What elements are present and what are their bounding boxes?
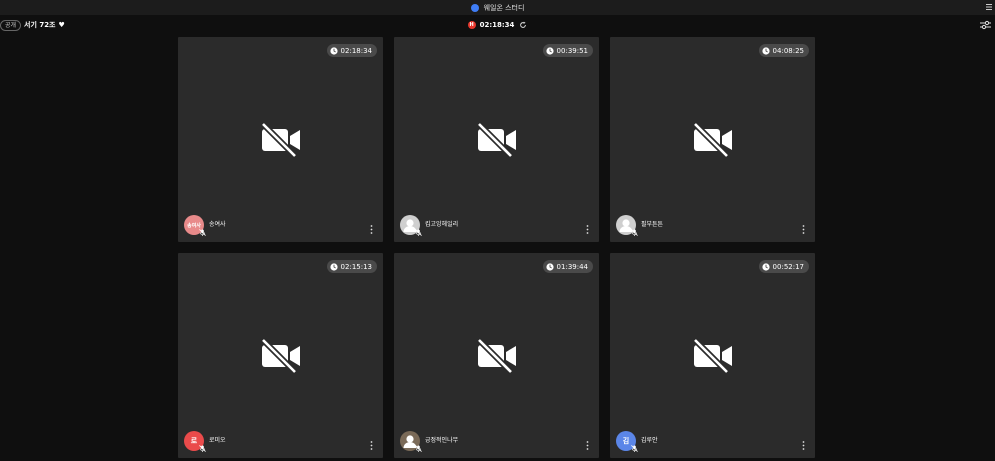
more-options-icon[interactable] bbox=[370, 225, 373, 234]
mic-muted-icon bbox=[199, 229, 206, 236]
mic-muted-icon bbox=[199, 445, 206, 452]
participant-name: 송여사 bbox=[209, 221, 226, 228]
clock-icon bbox=[545, 46, 554, 55]
study-timer-text: 00:39:51 bbox=[556, 46, 588, 55]
more-options-icon[interactable] bbox=[586, 225, 589, 234]
study-timer: 02:18:34 bbox=[326, 44, 377, 57]
participant-tile[interactable]: 02:18:34 송여사 송여사 bbox=[178, 37, 383, 242]
participant-tile[interactable]: 00:39:51 킵고잉헤일리 bbox=[394, 37, 599, 242]
participant-name: 킵고잉헤일리 bbox=[425, 221, 459, 228]
menu-icon[interactable] bbox=[986, 3, 992, 11]
camera-off-icon bbox=[260, 338, 300, 374]
title-bar: 웨일온 스터디 bbox=[0, 0, 995, 15]
whale-logo-icon bbox=[470, 3, 479, 12]
avatar-initial: 로 bbox=[190, 437, 198, 445]
settings-sliders-icon[interactable] bbox=[980, 20, 991, 30]
camera-off-icon bbox=[476, 122, 516, 158]
session-time: 02:18:34 bbox=[479, 21, 515, 29]
avatar-initial: 김 bbox=[622, 437, 630, 445]
more-options-icon[interactable] bbox=[586, 441, 589, 450]
avatar: 송여사 bbox=[184, 215, 206, 236]
clock-icon bbox=[545, 262, 554, 271]
study-timer-text: 01:39:44 bbox=[556, 262, 588, 271]
participant-tile[interactable]: 02:15:13 로 로미오 bbox=[178, 253, 383, 458]
participant-name: 긍정적인나무 bbox=[425, 437, 459, 444]
camera-off-icon bbox=[476, 338, 516, 374]
study-timer: 04:08:25 bbox=[758, 44, 809, 57]
more-options-icon[interactable] bbox=[370, 441, 373, 450]
more-options-icon[interactable] bbox=[802, 225, 805, 234]
participant-name: 김루안 bbox=[641, 437, 658, 444]
window-title: 웨일온 스터디 bbox=[483, 3, 525, 12]
avatar: 로 bbox=[184, 431, 206, 452]
avatar bbox=[400, 215, 422, 236]
avatar bbox=[400, 431, 422, 452]
avatar-initial: 송여사 bbox=[187, 222, 201, 229]
mic-muted-icon bbox=[415, 229, 422, 236]
participant-name: 필부튼튼 bbox=[641, 221, 664, 228]
study-timer-text: 02:15:13 bbox=[340, 262, 372, 271]
session-timer: H 02:18:34 bbox=[0, 19, 995, 31]
study-timer: 01:39:44 bbox=[542, 260, 593, 273]
study-timer-text: 02:18:34 bbox=[340, 46, 372, 55]
clock-icon bbox=[761, 262, 770, 271]
clock-icon bbox=[329, 262, 338, 271]
more-options-icon[interactable] bbox=[802, 441, 805, 450]
participant-tile[interactable]: 00:52:17 김 김루안 bbox=[610, 253, 815, 458]
participant-tile[interactable]: 04:08:25 필부튼튼 bbox=[610, 37, 815, 242]
clock-icon bbox=[329, 46, 338, 55]
study-timer-text: 00:52:17 bbox=[772, 262, 804, 271]
participant-tile[interactable]: 01:39:44 긍정적인나무 bbox=[394, 253, 599, 458]
study-timer: 00:39:51 bbox=[542, 44, 593, 57]
mic-muted-icon bbox=[415, 445, 422, 452]
refresh-icon[interactable] bbox=[519, 21, 527, 29]
camera-off-icon bbox=[692, 338, 732, 374]
mic-muted-icon bbox=[631, 229, 638, 236]
camera-off-icon bbox=[260, 122, 300, 158]
record-icon: H bbox=[467, 21, 476, 29]
avatar: 김 bbox=[616, 431, 638, 452]
study-timer-text: 04:08:25 bbox=[772, 46, 804, 55]
camera-off-icon bbox=[692, 122, 732, 158]
avatar bbox=[616, 215, 638, 236]
mic-muted-icon bbox=[631, 445, 638, 452]
study-timer: 02:15:13 bbox=[326, 260, 377, 273]
study-timer: 00:52:17 bbox=[758, 260, 809, 273]
clock-icon bbox=[761, 46, 770, 55]
participant-name: 로미오 bbox=[209, 437, 226, 444]
